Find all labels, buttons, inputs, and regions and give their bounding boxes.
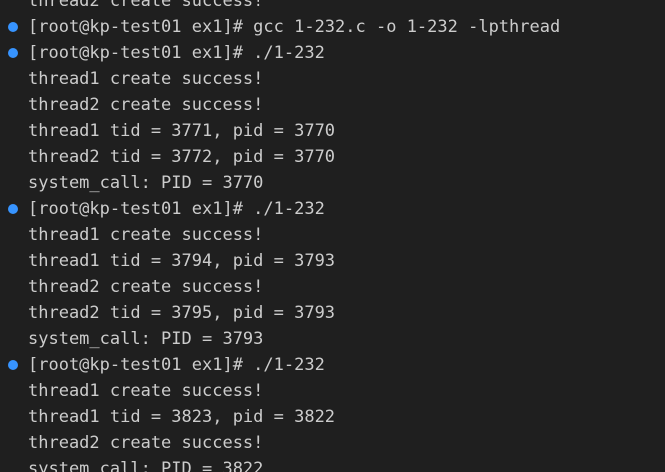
- output-line: thread2 create success!: [0, 430, 665, 456]
- output-line: thread1 tid = 3823, pid = 3822: [0, 404, 665, 430]
- line-text: system_call: PID = 3770: [28, 173, 264, 193]
- line-text: thread2 tid = 3795, pid = 3793: [28, 303, 336, 323]
- line-text: thread2 create success!: [28, 277, 264, 297]
- output-line: thread2 create success!: [0, 92, 665, 118]
- command-decoration-icon[interactable]: [8, 204, 18, 214]
- command-decoration-icon[interactable]: [8, 360, 18, 370]
- terminal-panel[interactable]: thread2 create success! [root@kp-test01 e…: [0, 0, 665, 472]
- command-line: [root@kp-test01 ex1]# ./1-232: [0, 40, 665, 66]
- line-text: thread1 tid = 3823, pid = 3822: [28, 407, 336, 427]
- line-text: thread1 tid = 3771, pid = 3770: [28, 121, 336, 141]
- line-text: thread1 tid = 3794, pid = 3793: [28, 251, 336, 271]
- line-text: thread2 create success!: [28, 433, 264, 453]
- terminal-output: thread2 create success! [root@kp-test01 e…: [0, 0, 665, 472]
- command-line: [root@kp-test01 ex1]# ./1-232: [0, 196, 665, 222]
- line-text: system_call: PID = 3822: [28, 459, 264, 472]
- line-text: thread2 tid = 3772, pid = 3770: [28, 147, 336, 167]
- line-text: thread1 create success!: [28, 69, 264, 89]
- command-line: [root@kp-test01 ex1]# ./1-232: [0, 352, 665, 378]
- output-line: thread2 create success!: [0, 0, 665, 14]
- output-line: system_call: PID = 3793: [0, 326, 665, 352]
- output-line: thread1 create success!: [0, 66, 665, 92]
- output-line: system_call: PID = 3770: [0, 170, 665, 196]
- output-line: thread1 create success!: [0, 378, 665, 404]
- output-line: thread2 create success!: [0, 274, 665, 300]
- line-text: thread1 create success!: [28, 381, 264, 401]
- output-line: thread1 tid = 3771, pid = 3770: [0, 118, 665, 144]
- output-line: thread2 tid = 3795, pid = 3793: [0, 300, 665, 326]
- line-text: [root@kp-test01 ex1]# ./1-232: [28, 43, 325, 63]
- line-text: system_call: PID = 3793: [28, 329, 264, 349]
- line-text: thread1 create success!: [28, 225, 264, 245]
- output-line: thread1 create success!: [0, 222, 665, 248]
- output-line: thread2 tid = 3772, pid = 3770: [0, 144, 665, 170]
- line-text: [root@kp-test01 ex1]# gcc 1-232.c -o 1-2…: [28, 17, 561, 37]
- line-text: thread2 create success!: [28, 95, 264, 115]
- line-text: [root@kp-test01 ex1]# ./1-232: [28, 355, 325, 375]
- line-text: [root@kp-test01 ex1]# ./1-232: [28, 199, 325, 219]
- output-line: thread1 tid = 3794, pid = 3793: [0, 248, 665, 274]
- command-decoration-icon[interactable]: [8, 48, 18, 58]
- command-decoration-icon[interactable]: [8, 22, 18, 32]
- output-line: system_call: PID = 3822: [0, 456, 665, 472]
- command-line: [root@kp-test01 ex1]# gcc 1-232.c -o 1-2…: [0, 14, 665, 40]
- line-text: thread2 create success!: [28, 0, 264, 11]
